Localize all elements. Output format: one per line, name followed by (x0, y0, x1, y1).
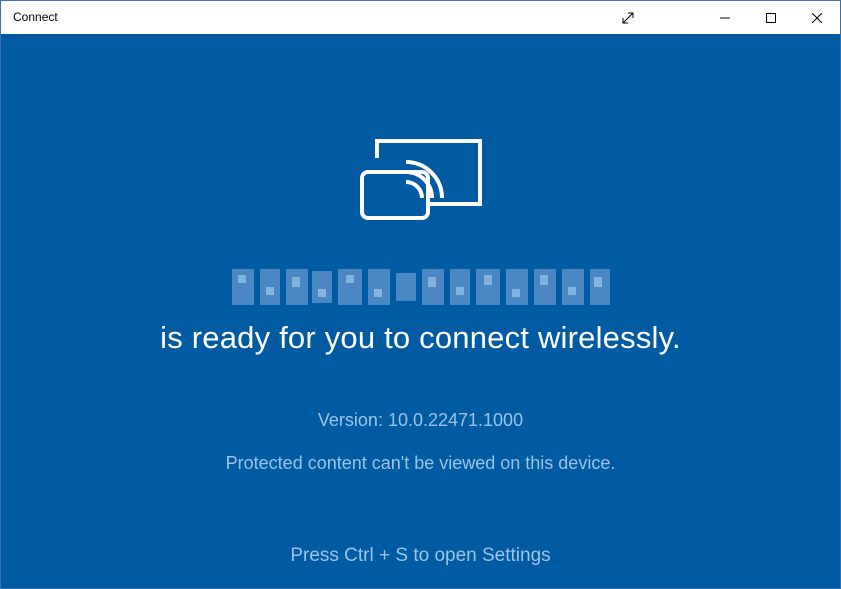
expand-button[interactable] (605, 1, 651, 34)
expand-icon (622, 12, 634, 23)
close-icon (812, 12, 822, 23)
minimize-button[interactable] (702, 1, 748, 34)
wireless-display-icon (360, 139, 482, 220)
title-bar: Connect (1, 1, 840, 34)
version-text: Version: 10.0.22471.1000 (317, 410, 524, 430)
connect-content: is ready for you to connect wirelessly. … (1, 34, 840, 588)
minimize-icon (720, 17, 730, 18)
protected-content-notice: Protected content can't be viewed on thi… (225, 453, 616, 473)
maximize-icon (766, 12, 776, 23)
maximize-button[interactable] (748, 1, 794, 34)
ready-message: is ready for you to connect wirelessly. (160, 320, 681, 355)
device-name-redacted (232, 265, 612, 309)
settings-shortcut-hint: Press Ctrl + S to open Settings (290, 545, 551, 566)
connect-window: Connect is ready for you to connect wire… (0, 0, 841, 589)
close-button[interactable] (794, 1, 840, 34)
window-title: Connect (13, 10, 58, 24)
